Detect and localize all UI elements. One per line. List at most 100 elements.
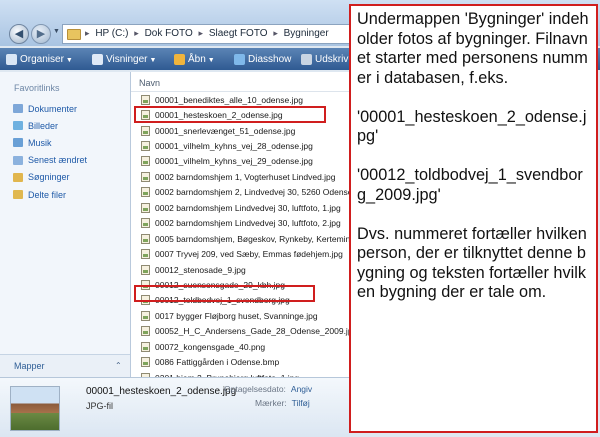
favorite-links: Dokumenter Billeder Musik Senest ændret … <box>13 100 87 203</box>
file-row[interactable]: 0002 barndomshjem 2, Lindvedvej 30, 5260… <box>131 185 350 200</box>
print-icon <box>301 53 312 65</box>
file-name: 0002 barndomshjem 2, Lindvedvej 30, 5260… <box>155 187 350 198</box>
nav-item-pictures[interactable]: Billeder <box>13 117 87 134</box>
date-taken-label: Optagelsesdato: <box>224 384 286 394</box>
breadcrumb-separator: ▸ <box>85 28 90 38</box>
image-file-icon <box>141 357 150 368</box>
image-file-icon <box>141 110 150 121</box>
file-row[interactable]: 00012_toldbodvej_1_svendborg.jpg <box>131 293 350 308</box>
file-name: 00052_H_C_Andersens_Gade_28_Odense_2009.… <box>155 326 350 337</box>
folder-icon <box>67 29 81 40</box>
views-button[interactable]: Visninger ▼ <box>92 53 156 67</box>
open-label: Åbn <box>188 54 206 65</box>
folders-label: Mapper <box>14 361 45 371</box>
image-file-icon <box>141 310 150 321</box>
breadcrumb: ▸ HP (C:) ▸ Dok FOTO ▸ Slaegt FOTO ▸ Byg… <box>85 28 332 39</box>
image-file-icon <box>141 218 150 229</box>
back-button[interactable]: ◀ <box>9 24 29 44</box>
nav-item-recent[interactable]: Senest ændret <box>13 152 87 169</box>
print-button[interactable]: Udskriv <box>301 53 348 67</box>
file-list: 00001_benediktes_alle_10_odense.jpg 00001… <box>131 92 350 385</box>
breadcrumb-separator: ▸ <box>198 28 204 38</box>
breadcrumb-item-slaegt-foto[interactable]: Slaegt FOTO <box>209 28 268 39</box>
open-button[interactable]: Åbn ▼ <box>174 53 215 67</box>
file-row[interactable]: 00052_H_C_Andersens_Gade_28_Odense_2009.… <box>131 324 350 339</box>
address-path[interactable]: ▸ HP (C:) ▸ Dok FOTO ▸ Slaegt FOTO ▸ Byg… <box>62 24 362 44</box>
views-icon <box>92 53 103 65</box>
file-row[interactable]: 00001_hesteskoen_2_odense.jpg <box>131 107 350 122</box>
file-row[interactable]: 0002 barndomshjem Lindvedvej 30, luftfot… <box>131 200 350 215</box>
file-name: 0005 barndomshjem, Bøgeskov, Rynkeby, Ke… <box>155 233 350 244</box>
file-name: 0002 barndomshjem 1, Vogterhuset Lindved… <box>155 171 336 182</box>
file-name: 0002 barndomshjem Lindvedvej 30, luftfot… <box>155 202 341 213</box>
nav-item-searches[interactable]: Søgninger <box>13 169 87 186</box>
nav-item-documents[interactable]: Dokumenter <box>13 100 87 117</box>
file-row[interactable]: 0007 Tryvej 209, ved Sæby, Emmas fødehje… <box>131 246 350 261</box>
breadcrumb-item-dok-foto[interactable]: Dok FOTO <box>145 28 193 39</box>
favorites-heading: Favoritlinks <box>14 83 60 93</box>
image-file-icon <box>141 249 150 260</box>
annotation-paragraph-explanation: Dvs. nummeret fortæller hvilken person, … <box>357 224 587 302</box>
tags-field: Mærker: Tilføj <box>255 398 310 408</box>
file-row[interactable]: 00012_suensonsgade_29_kbh.jpg <box>131 277 350 292</box>
music-icon <box>13 138 23 148</box>
file-row[interactable]: 0086 Fattiggården i Odense.bmp <box>131 354 350 369</box>
print-label: Udskriv <box>315 54 349 65</box>
nav-item-shared[interactable]: Delte filer <box>13 186 87 203</box>
file-name: 00072_kongensgade_40.png <box>155 341 266 352</box>
views-label: Visninger <box>106 54 148 65</box>
file-list-pane: Navn 00001_benediktes_alle_10_odense.jpg… <box>131 72 350 383</box>
shared-folder-icon <box>13 190 23 200</box>
date-taken-value[interactable]: Angiv <box>291 384 312 394</box>
file-name: 0086 Fattiggården i Odense.bmp <box>155 357 280 368</box>
tags-value[interactable]: Tilføj <box>292 398 310 408</box>
back-arrow-icon: ◀ <box>14 28 24 40</box>
details-pane: 00001_hesteskoen_2_odense.jpg JPG-fil Op… <box>0 377 350 437</box>
column-header-name[interactable]: Navn <box>131 75 350 92</box>
chevron-up-icon: ⌃ <box>115 361 122 370</box>
forward-button[interactable]: ▶ <box>31 24 51 44</box>
file-name: 00001_vilhelm_kyhns_vej_29_odense.jpg <box>155 156 313 167</box>
organize-icon <box>6 53 17 65</box>
image-file-icon <box>141 341 150 352</box>
file-row[interactable]: 00012_stenosade_9.jpg <box>131 262 350 277</box>
annotation-paragraph-intro: Undermappen 'Bygninger' indeholder fotos… <box>357 10 589 87</box>
breadcrumb-separator: ▸ <box>134 28 139 38</box>
image-file-icon <box>141 141 150 152</box>
pictures-icon <box>13 121 23 131</box>
file-row[interactable]: 0017 bygger Fløjborg huset, Svanninge.jp… <box>131 308 350 323</box>
open-icon <box>174 53 185 65</box>
file-name: 00001_vilhelm_kyhns_vej_28_odense.jpg <box>155 141 313 152</box>
image-file-icon <box>141 94 150 105</box>
image-file-icon <box>141 202 150 213</box>
breadcrumb-item-bygninger[interactable]: Bygninger <box>284 28 329 39</box>
forward-arrow-icon: ▶ <box>36 28 46 40</box>
navigation-pane: Favoritlinks Dokumenter Billeder Musik S… <box>0 72 131 377</box>
file-name: 0017 bygger Fløjborg huset, Svanninge.jp… <box>155 310 318 321</box>
annotation-paragraph-example-1: '00001_hesteskoen_2_odense.jpg' <box>357 107 587 146</box>
file-name: 00012_stenosade_9.jpg <box>155 264 246 275</box>
folders-toggle[interactable]: Mapper ⌃ <box>0 354 130 377</box>
organize-button[interactable]: Organiser ▼ <box>6 53 73 67</box>
image-file-icon <box>141 326 150 337</box>
file-row[interactable]: 0002 barndomshjem 1, Vogterhuset Lindved… <box>131 169 350 184</box>
file-row[interactable]: 00001_benediktes_alle_10_odense.jpg <box>131 92 350 107</box>
file-row[interactable]: 0005 barndomshjem, Bøgeskov, Rynkeby, Ke… <box>131 231 350 246</box>
slideshow-icon <box>234 53 245 65</box>
file-row[interactable]: 00001_vilhelm_kyhns_vej_29_odense.jpg <box>131 154 350 169</box>
recent-icon <box>13 155 23 165</box>
image-file-icon <box>141 156 150 167</box>
file-row[interactable]: 00001_snerlevænget_51_odense.jpg <box>131 123 350 138</box>
file-name: 0007 Tryvej 209, ved Sæby, Emmas fødehje… <box>155 249 343 260</box>
recent-pages-dropdown-icon[interactable]: ▼ <box>53 28 60 35</box>
file-name: 00001_benediktes_alle_10_odense.jpg <box>155 94 303 105</box>
breadcrumb-item-drive[interactable]: HP (C:) <box>95 28 128 39</box>
file-row[interactable]: 0002 barndomshjem Lindvedvej 30, luftfot… <box>131 216 350 231</box>
slideshow-button[interactable]: Diasshow <box>234 53 291 67</box>
annotation-panel: Undermappen 'Bygninger' indeholder fotos… <box>349 4 598 433</box>
file-row[interactable]: 00072_kongensgade_40.png <box>131 339 350 354</box>
file-row[interactable]: 00001_vilhelm_kyhns_vej_28_odense.jpg <box>131 138 350 153</box>
nav-item-music[interactable]: Musik <box>13 134 87 151</box>
breadcrumb-separator: ▸ <box>273 28 278 38</box>
image-file-icon <box>141 264 150 275</box>
